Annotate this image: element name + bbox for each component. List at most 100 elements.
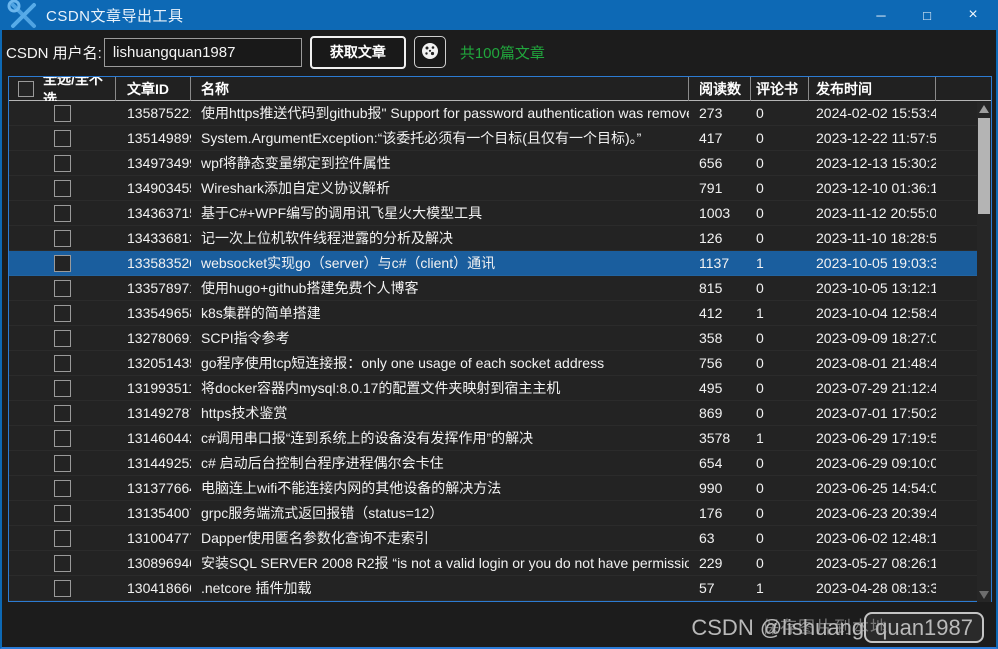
reads-cell: 815 <box>689 276 751 301</box>
row-checkbox[interactable] <box>54 130 71 147</box>
article-id-cell: 131377664 <box>116 476 191 501</box>
row-checkbox[interactable] <box>54 455 71 472</box>
select-all-checkbox[interactable] <box>18 81 34 97</box>
row-checkbox[interactable] <box>54 280 71 297</box>
scrollbar-thumb[interactable] <box>978 118 990 214</box>
footer: 保存图片到本地 CSDN @lishuangquan1987 <box>2 602 996 647</box>
title-bar: CSDN文章导出工具 ─ □ × <box>2 0 996 30</box>
article-id-cell: 135149899 <box>116 126 191 151</box>
date-cell: 2023-10-04 12:58:41 <box>809 301 936 326</box>
article-id-cell: 134973499 <box>116 151 191 176</box>
reads-cell: 1003 <box>689 201 751 226</box>
table-row[interactable]: 134973499wpf将静态变量绑定到控件属性65602023-12-13 1… <box>9 151 991 176</box>
row-checkbox[interactable] <box>54 105 71 122</box>
row-checkbox[interactable] <box>54 405 71 422</box>
row-checkbox[interactable] <box>54 505 71 522</box>
row-select-cell <box>9 326 116 351</box>
table-row[interactable]: 135875221使用https推送代码到github报" Support fo… <box>9 101 991 126</box>
csdn-watermark: CSDN @lishuangquan1987 <box>691 615 984 641</box>
article-title-cell: System.ArgumentException:“该委托必须有一个目标(且仅有… <box>191 126 689 151</box>
row-checkbox[interactable] <box>54 430 71 447</box>
comments-cell: 0 <box>751 376 809 401</box>
row-checkbox[interactable] <box>54 255 71 272</box>
article-id-cell: 131993511 <box>116 376 191 401</box>
comments-cell: 0 <box>751 501 809 526</box>
article-title-cell: 基于C#+WPF编写的调用讯飞星火大模型工具 <box>191 201 689 226</box>
article-id-cell: 131449252 <box>116 451 191 476</box>
article-id-cell: 132051435 <box>116 351 191 376</box>
cookie-icon <box>420 41 440 64</box>
table-row[interactable]: 131492787https技术鉴赏86902023-07-01 17:50:2… <box>9 401 991 426</box>
table-row[interactable]: 134363715基于C#+WPF编写的调用讯飞星火大模型工具100302023… <box>9 201 991 226</box>
scroll-up-icon[interactable] <box>977 102 991 116</box>
row-checkbox[interactable] <box>54 380 71 397</box>
header-date[interactable]: 发布时间 <box>809 77 936 101</box>
row-checkbox[interactable] <box>54 580 71 597</box>
row-checkbox[interactable] <box>54 355 71 372</box>
row-checkbox[interactable] <box>54 205 71 222</box>
row-checkbox[interactable] <box>54 305 71 322</box>
table-row[interactable]: 133578971使用hugo+github搭建免费个人博客81502023-1… <box>9 276 991 301</box>
date-cell: 2023-10-05 19:03:33 <box>809 251 936 276</box>
row-checkbox[interactable] <box>54 480 71 497</box>
row-select-cell <box>9 501 116 526</box>
header-comments[interactable]: 评论书 <box>751 77 809 101</box>
row-select-cell <box>9 126 116 151</box>
table-row[interactable]: 132051435go程序使用tcp短连接报：only one usage of… <box>9 351 991 376</box>
article-title-cell: .netcore 插件加载 <box>191 576 689 601</box>
row-checkbox[interactable] <box>54 555 71 572</box>
table-row[interactable]: 132780691SCPI指令参考35802023-09-09 18:27:08 <box>9 326 991 351</box>
date-cell: 2023-10-05 13:12:18 <box>809 276 936 301</box>
comments-cell: 0 <box>751 201 809 226</box>
table-row[interactable]: 133583520websocket实现go（server）与c#（client… <box>9 251 991 276</box>
vertical-scrollbar[interactable] <box>977 102 991 602</box>
date-cell: 2023-09-09 18:27:08 <box>809 326 936 351</box>
row-checkbox[interactable] <box>54 155 71 172</box>
row-select-cell <box>9 376 116 401</box>
row-select-cell <box>9 401 116 426</box>
row-checkbox[interactable] <box>54 230 71 247</box>
username-input[interactable] <box>104 38 302 67</box>
reads-cell: 412 <box>689 301 751 326</box>
cookie-button[interactable] <box>414 36 446 68</box>
table-row[interactable]: 131449252c# 启动后台控制台程序进程偶尔会卡住65402023-06-… <box>9 451 991 476</box>
row-checkbox[interactable] <box>54 530 71 547</box>
table-row[interactable]: 131377664电脑连上wifi不能连接内网的其他设备的解决方法9900202… <box>9 476 991 501</box>
article-title-cell: 记一次上位机软件线程泄露的分析及解决 <box>191 226 689 251</box>
row-select-cell <box>9 301 116 326</box>
header-title[interactable]: 名称 <box>191 77 689 101</box>
table-row[interactable]: 130418660.netcore 插件加载5712023-04-28 08:1… <box>9 576 991 601</box>
article-title-cell: c# 启动后台控制台程序进程偶尔会卡住 <box>191 451 689 476</box>
table-row[interactable]: 131354007grpc服务端流式返回报错（status=12）1760202… <box>9 501 991 526</box>
comments-cell: 1 <box>751 301 809 326</box>
table-row[interactable]: 131993511将docker容器内mysql:8.0.17的配置文件夹映射到… <box>9 376 991 401</box>
table-row[interactable]: 133549658k8s集群的简单搭建41212023-10-04 12:58:… <box>9 301 991 326</box>
table-row[interactable]: 131004777Dapper使用匿名参数化查询不走索引6302023-06-0… <box>9 526 991 551</box>
table-row[interactable]: 131460442c#调用串口报“连到系统上的设备没有发挥作用”的解决35781… <box>9 426 991 451</box>
date-cell: 2023-07-29 21:12:41 <box>809 376 936 401</box>
table-row[interactable]: 135149899System.ArgumentException:“该委托必须… <box>9 126 991 151</box>
minimize-button[interactable]: ─ <box>858 0 904 30</box>
watermark-boxed-part: quan1987 <box>864 612 984 643</box>
scroll-down-icon[interactable] <box>977 588 991 602</box>
comments-cell: 0 <box>751 326 809 351</box>
header-article-id[interactable]: 文章ID <box>116 77 191 101</box>
comments-cell: 0 <box>751 101 809 126</box>
row-checkbox[interactable] <box>54 330 71 347</box>
reads-cell: 869 <box>689 401 751 426</box>
header-select-all[interactable]: 全选/全不选 <box>9 77 116 101</box>
date-cell: 2023-06-23 20:39:45 <box>809 501 936 526</box>
article-id-cell: 134363715 <box>116 201 191 226</box>
row-checkbox[interactable] <box>54 180 71 197</box>
table-row[interactable]: 134903455Wireshark添加自定义协议解析79102023-12-1… <box>9 176 991 201</box>
table-row[interactable]: 134336813记一次上位机软件线程泄露的分析及解决12602023-11-1… <box>9 226 991 251</box>
close-button[interactable]: × <box>950 0 996 30</box>
fetch-articles-button[interactable]: 获取文章 <box>310 36 406 69</box>
article-id-cell: 131354007 <box>116 501 191 526</box>
maximize-button[interactable]: □ <box>904 0 950 30</box>
date-cell: 2023-05-27 08:26:10 <box>809 551 936 576</box>
comments-cell: 0 <box>751 176 809 201</box>
article-id-cell: 132780691 <box>116 326 191 351</box>
header-reads[interactable]: 阅读数 <box>689 77 751 101</box>
table-row[interactable]: 130896940安装SQL SERVER 2008 R2报 “is not a… <box>9 551 991 576</box>
